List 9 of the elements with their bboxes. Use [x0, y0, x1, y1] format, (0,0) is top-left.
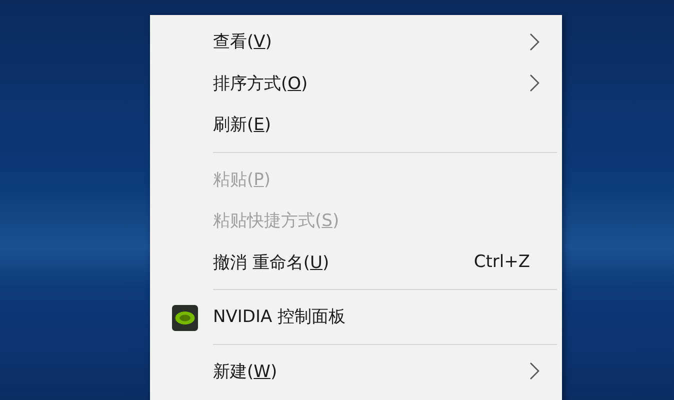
menu-item[interactable]: NVIDIA 控制面板: [150, 296, 562, 338]
menu-item[interactable]: 撤消 重命名(U) Ctrl+Z: [150, 242, 562, 283]
menu-item[interactable]: 刷新(E): [150, 104, 562, 146]
menu-item[interactable]: 查看(V): [150, 21, 562, 62]
chevron-icon: [529, 362, 540, 380]
menu-item[interactable]: 新建(W): [150, 350, 562, 392]
chevron-icon: [529, 74, 540, 92]
menu-item[interactable]: 排序方式(O): [150, 62, 562, 104]
chevron-icon: [529, 32, 540, 51]
